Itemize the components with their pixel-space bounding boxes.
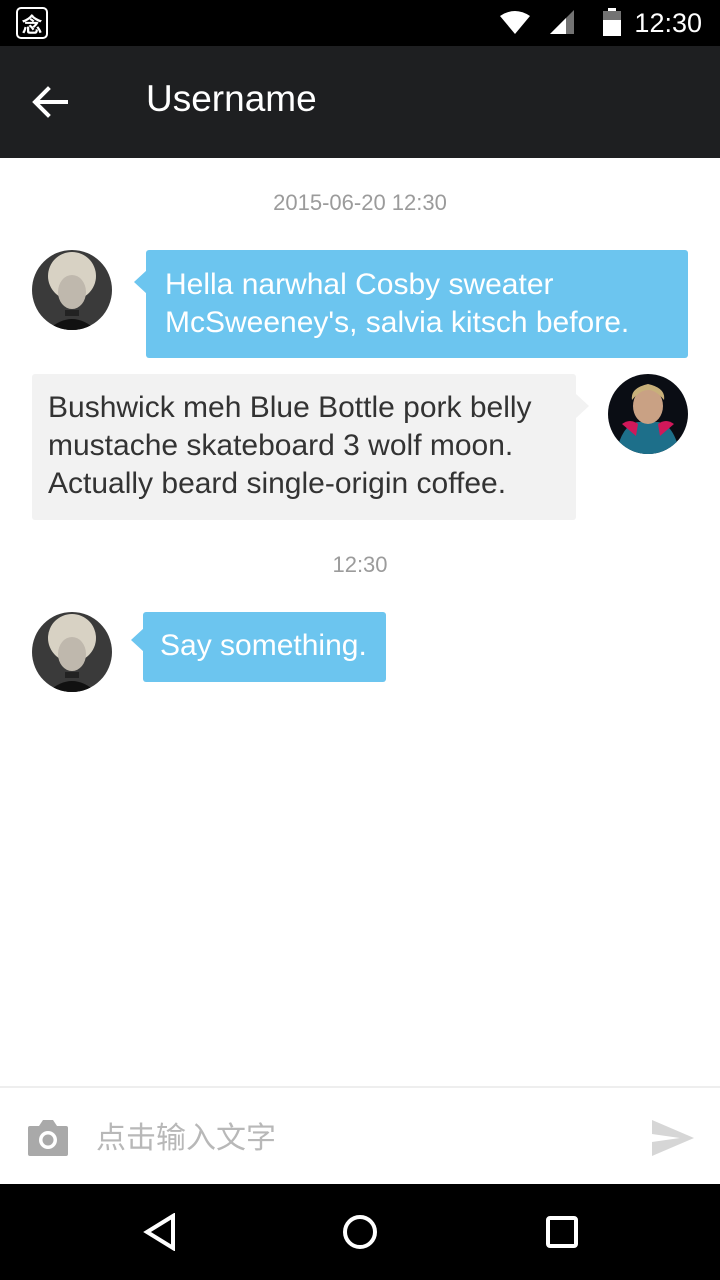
- camera-icon: [28, 1120, 68, 1156]
- contact-avatar[interactable]: [32, 612, 112, 692]
- nav-recents-button[interactable]: [538, 1208, 586, 1256]
- page-title: Username: [146, 78, 317, 119]
- avatar-photo-woman: [32, 612, 112, 692]
- send-button[interactable]: [650, 1118, 696, 1158]
- toolbar: Username: [0, 46, 720, 158]
- square-recents-icon: [546, 1216, 578, 1248]
- camera-button[interactable]: [26, 1118, 70, 1158]
- triangle-back-icon: [143, 1213, 175, 1251]
- back-button[interactable]: [22, 74, 78, 130]
- message-bubble-incoming[interactable]: Hella narwhal Cosby sweater McSweeney's,…: [146, 250, 688, 358]
- app-notification-icon: 念: [16, 7, 48, 39]
- timestamp-divider: 12:30: [332, 552, 388, 577]
- wifi-icon: [500, 11, 530, 34]
- message-text: Hella narwhal Cosby sweater McSweeney's,…: [165, 268, 630, 339]
- send-icon: [652, 1120, 694, 1156]
- message-text: Bushwick meh Blue Bottle pork belly must…: [48, 391, 532, 500]
- message-text: Say something.: [160, 629, 367, 662]
- status-time: 12:30: [634, 8, 702, 38]
- nav-home-button[interactable]: [336, 1208, 384, 1256]
- signal-icon: [550, 10, 574, 34]
- status-bar: 念 12:30: [0, 0, 720, 46]
- contact-avatar[interactable]: [32, 250, 112, 330]
- message-input[interactable]: [96, 1112, 626, 1164]
- system-nav-bar: [0, 1184, 720, 1280]
- bubble-tail: [576, 394, 589, 418]
- avatar-photo-man: [608, 374, 688, 454]
- my-avatar[interactable]: [608, 374, 688, 454]
- message-input-bar: [0, 1086, 720, 1184]
- circle-home-icon: [343, 1215, 377, 1249]
- battery-icon: [603, 8, 621, 36]
- avatar-photo-woman: [32, 250, 112, 330]
- message-bubble-incoming[interactable]: Say something.: [143, 612, 386, 682]
- nav-back-button[interactable]: [136, 1208, 184, 1256]
- timestamp-divider: 2015-06-20 12:30: [273, 190, 447, 215]
- arrow-left-icon: [32, 86, 68, 118]
- message-bubble-outgoing[interactable]: Bushwick meh Blue Bottle pork belly must…: [32, 374, 576, 520]
